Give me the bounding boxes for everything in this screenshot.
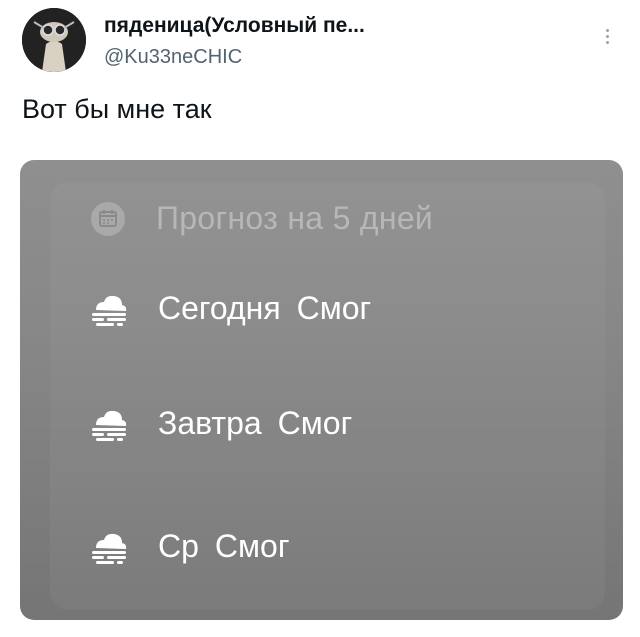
forecast-condition: Смог [296, 290, 372, 326]
fog-cloud-icon [92, 533, 127, 564]
forecast-condition: Смог [277, 405, 353, 441]
forecast-row-wednesday: Ср Смог [90, 528, 289, 565]
avatar[interactable] [22, 8, 86, 72]
more-options-icon[interactable] [600, 26, 614, 52]
forecast-condition: Смог [214, 528, 290, 564]
forecast-row-today: Сегодня Смог [90, 290, 371, 327]
fog-cloud-icon [92, 295, 127, 326]
calendar-icon [91, 201, 125, 236]
forecast-header: Прогноз на 5 дней [90, 200, 433, 237]
user-handle[interactable]: @Ku33neCHIC [104, 46, 242, 69]
forecast-day: Завтра [158, 405, 262, 441]
user-display-name[interactable]: пяденица(Условный пе... [104, 14, 365, 38]
forecast-title: Прогноз на 5 дней [156, 200, 434, 236]
forecast-day: Сегодня [158, 290, 281, 326]
forecast-row-tomorrow: Завтра Смог [90, 405, 352, 442]
tweet-text: Вот бы мне так [22, 94, 212, 124]
forecast-day: Ср [158, 528, 199, 564]
tweet-media-image[interactable]: Прогноз на 5 дней Сегодня Смог Завтра См… [20, 160, 623, 620]
fog-cloud-icon [92, 410, 127, 441]
avatar-image [22, 8, 86, 72]
